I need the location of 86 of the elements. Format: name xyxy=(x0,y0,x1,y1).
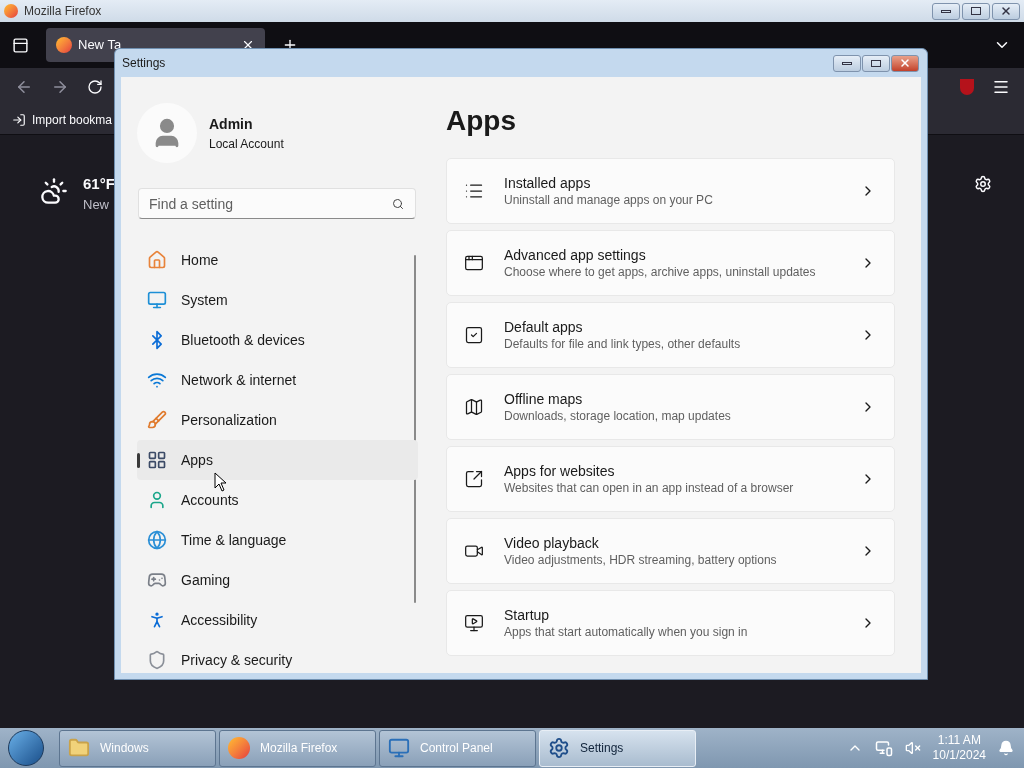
shield-icon xyxy=(147,650,167,670)
temperature-text: 61°F xyxy=(83,174,115,194)
nav-item[interactable]: Personalization xyxy=(137,400,418,440)
nav-item[interactable]: System xyxy=(137,280,418,320)
restore-button[interactable] xyxy=(962,2,990,20)
restore-icon xyxy=(971,7,981,15)
nav-item[interactable]: Time & language xyxy=(137,520,418,560)
minimize-icon xyxy=(842,61,852,65)
card-subtitle: Apps that start automatically when you sign in xyxy=(504,623,748,641)
firefox-logo-icon xyxy=(4,4,18,18)
nav-item[interactable]: Apps xyxy=(137,440,418,480)
user-name: Admin xyxy=(209,114,254,134)
page-title: Apps xyxy=(446,104,517,138)
folder-icon xyxy=(68,737,90,759)
taskbar-button[interactable]: Settings xyxy=(539,729,696,767)
window-title: Mozilla Firefox xyxy=(24,3,102,20)
muted-speaker-icon[interactable] xyxy=(904,740,921,756)
monitor-icon xyxy=(147,290,167,310)
settings-card[interactable]: Offline maps Downloads, storage location, map updates xyxy=(446,374,895,440)
settings-card[interactable]: Apps for websites Websites that can open in an app instead of a browser xyxy=(446,446,895,512)
apps-grid-icon xyxy=(147,450,167,470)
network-icon[interactable] xyxy=(874,739,893,757)
card-title: Video playback xyxy=(504,533,600,552)
settings-card[interactable]: Advanced app settings Choose where to get apps, archive apps, uninstall updates xyxy=(446,230,895,296)
clock-time: 1:11 AM xyxy=(937,733,981,748)
close-icon xyxy=(1000,5,1012,17)
nav-item[interactable]: Privacy & security xyxy=(137,640,418,673)
nav-item[interactable]: Accessibility xyxy=(137,600,418,640)
settings-card[interactable]: Installed apps Uninstall and manage apps on your PC xyxy=(446,158,895,224)
minimize-button[interactable] xyxy=(932,2,960,20)
import-icon xyxy=(12,112,26,127)
gear-icon xyxy=(548,737,570,759)
nav-item[interactable]: Bluetooth & devices xyxy=(137,320,418,360)
map-icon xyxy=(464,397,484,417)
brush-icon xyxy=(147,410,167,430)
settings-icon[interactable] xyxy=(974,175,992,193)
card-subtitle: Uninstall and manage apps on your PC xyxy=(504,191,713,209)
nav-item[interactable]: Network & internet xyxy=(137,360,418,400)
card-title: Offline maps xyxy=(504,389,584,408)
firefox-logo-icon xyxy=(56,37,72,53)
close-icon xyxy=(899,57,911,69)
card-subtitle: Video adjustments, HDR streaming, battery options xyxy=(504,551,777,569)
open-out-icon xyxy=(464,469,484,489)
nav-item[interactable]: Home xyxy=(137,240,418,280)
minimize-button[interactable] xyxy=(833,54,861,72)
settings-card[interactable]: Startup Apps that start automatically when you sign in xyxy=(446,590,895,656)
card-title: Startup xyxy=(504,605,551,624)
notification-icon[interactable] xyxy=(998,740,1014,756)
card-subtitle: Websites that can open in an app instead of a browser xyxy=(504,479,794,497)
card-subtitle: Downloads, storage location, map updates xyxy=(504,407,731,425)
clock-date: 10/1/2024 xyxy=(932,748,986,763)
house-icon xyxy=(147,250,167,270)
gamepad-icon xyxy=(147,570,167,590)
close-button[interactable] xyxy=(891,54,919,72)
minimize-icon xyxy=(941,9,951,13)
card-title: Installed apps xyxy=(504,173,592,192)
card-title: Advanced app settings xyxy=(504,245,647,264)
search-field[interactable]: Find a setting xyxy=(138,188,416,219)
account-type: Local Account xyxy=(209,135,284,153)
maximize-button[interactable] xyxy=(862,54,890,72)
window-icon xyxy=(464,253,484,273)
search-icon xyxy=(392,198,404,210)
nav-item[interactable]: Accounts xyxy=(137,480,418,520)
monitor-play-icon xyxy=(464,613,484,633)
card-title: Apps for websites xyxy=(504,461,616,480)
settings-card[interactable]: Default apps Defaults for file and link types, other defaults xyxy=(446,302,895,368)
close-button[interactable] xyxy=(992,2,1020,20)
bookmark-link[interactable]: Import bookma xyxy=(32,110,113,129)
checked-square-icon xyxy=(464,325,484,345)
location-text: New xyxy=(83,196,110,214)
cursor-icon xyxy=(214,472,227,492)
cloud-sun-icon xyxy=(40,177,68,205)
globe-icon xyxy=(147,530,167,550)
start-button[interactable] xyxy=(8,730,44,766)
card-title: Default apps xyxy=(504,317,584,336)
tab-list-icon[interactable] xyxy=(11,36,29,54)
wifi-icon xyxy=(147,370,167,390)
person-icon xyxy=(147,490,167,510)
firefox-logo-icon xyxy=(228,737,250,759)
card-subtitle: Defaults for file and link types, other defaults xyxy=(504,335,741,353)
reload-icon[interactable] xyxy=(87,78,103,95)
card-subtitle: Choose where to get apps, archive apps, uninstall updates xyxy=(504,263,816,281)
maximize-icon xyxy=(871,59,881,67)
nav-item[interactable]: Gaming xyxy=(137,560,418,600)
monitor-icon xyxy=(388,737,410,759)
settings-card[interactable]: Video playback Video adjustments, HDR streaming, battery options xyxy=(446,518,895,584)
